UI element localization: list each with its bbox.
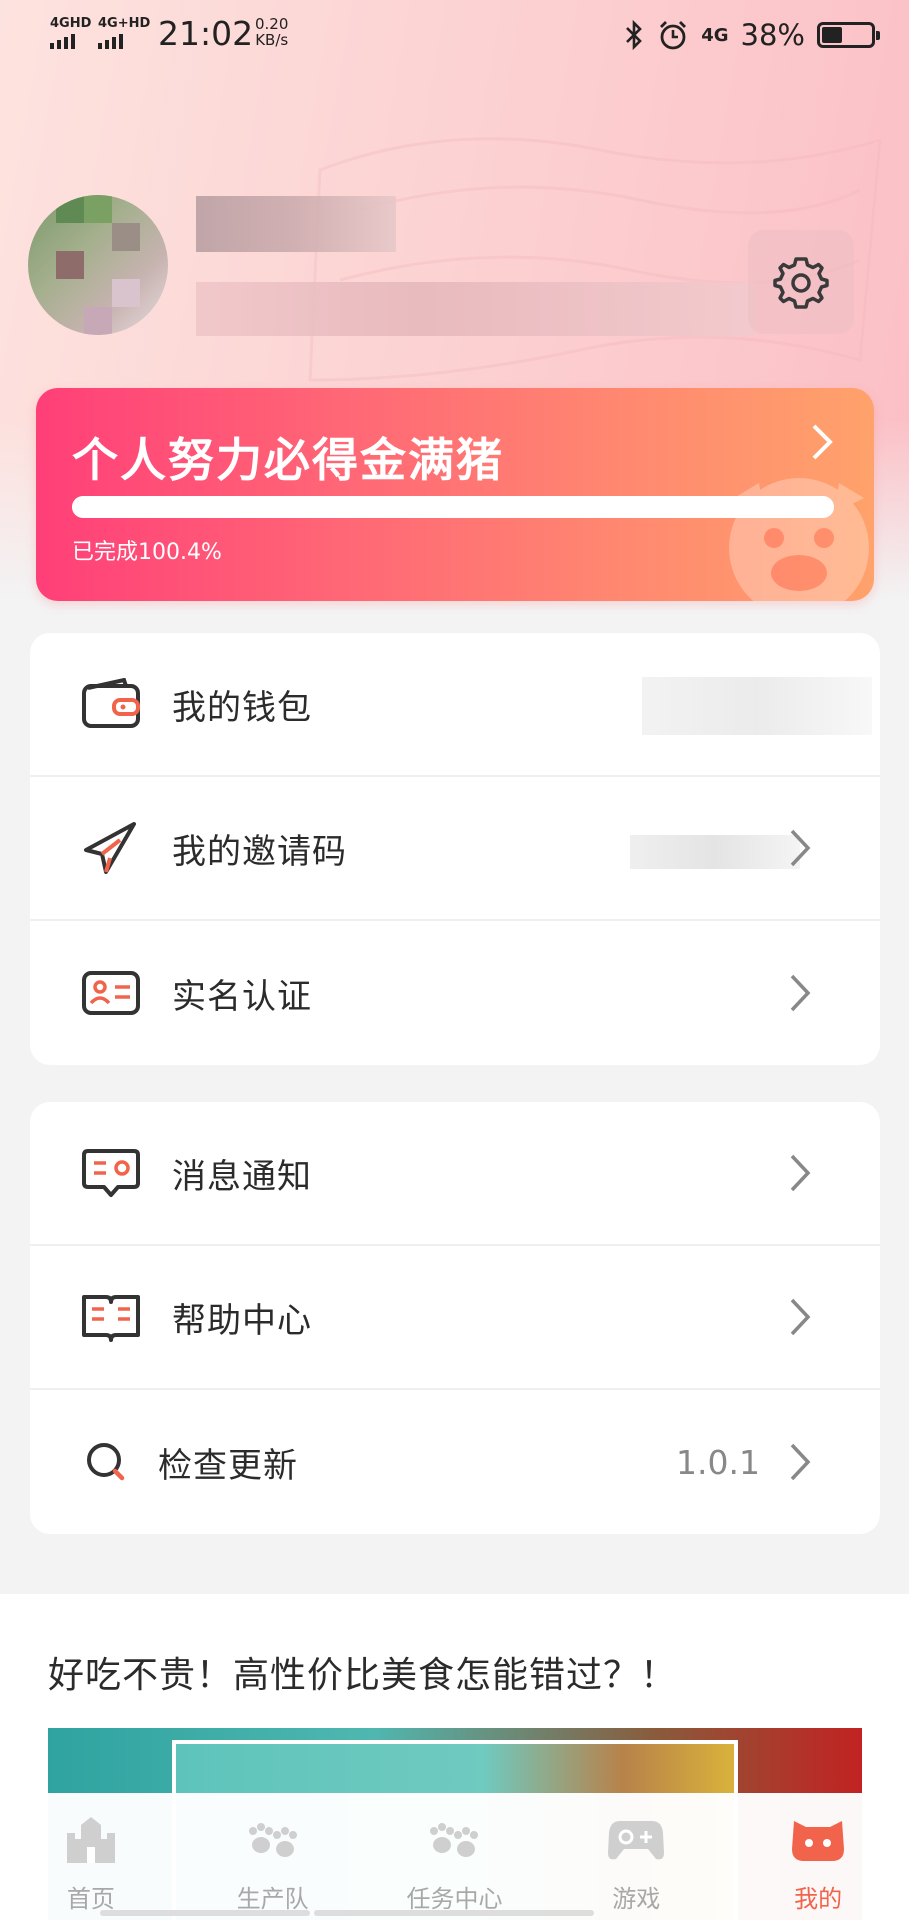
clock: 21:02 xyxy=(158,14,254,53)
tab-label: 我的 xyxy=(794,1885,843,1913)
tab-task-center[interactable]: 任务中心 xyxy=(364,1793,546,1920)
alarm-icon xyxy=(660,21,687,50)
user-id-blurred xyxy=(196,282,756,336)
id-card-icon xyxy=(82,971,140,1015)
menu-item-label: 消息通知 xyxy=(172,1156,312,1197)
network-speed: 0.20 KB/s xyxy=(255,15,289,49)
chevron-right-icon xyxy=(790,1298,811,1336)
gold-pig-progress-banner[interactable]: 个人努力必得金满猪 已完成100.4% xyxy=(36,388,874,601)
chevron-right-icon xyxy=(790,1443,811,1481)
menu-item-check-update[interactable]: 检查更新 1.0.1 xyxy=(30,1390,880,1534)
menu-item-label: 实名认证 xyxy=(172,976,312,1017)
progress-text: 已完成100.4% xyxy=(72,540,222,565)
gesture-bar xyxy=(100,1910,310,1916)
status-bar: 4GHD 4G+HD 21:02 0.20 KB/s 4G 38% xyxy=(0,0,909,72)
chevron-right-icon xyxy=(790,1154,811,1192)
general-menu-card: 消息通知 帮助中心 检查更新 1.0.1 xyxy=(30,1102,880,1534)
battery-percentage: 38% xyxy=(740,18,805,52)
menu-item-help-center[interactable]: 帮助中心 xyxy=(30,1246,880,1390)
tab-label: 游戏 xyxy=(612,1885,661,1913)
help-book-icon xyxy=(82,1295,140,1342)
pig-decoration-icon xyxy=(729,478,869,601)
gesture-bar xyxy=(314,1910,594,1916)
wallet-balance-blurred xyxy=(642,677,872,735)
chevron-right-icon xyxy=(812,424,833,460)
chevron-right-icon xyxy=(790,829,811,867)
menu-item-wallet[interactable]: 我的钱包 xyxy=(30,633,880,777)
tab-label: 生产队 xyxy=(236,1885,309,1913)
tab-label: 任务中心 xyxy=(406,1885,503,1913)
tab-label: 首页 xyxy=(66,1885,115,1913)
invite-code-blurred xyxy=(630,835,800,869)
chevron-right-icon xyxy=(790,974,811,1012)
signal-strength-2: 4G+HD xyxy=(98,16,150,49)
search-icon xyxy=(87,1443,125,1481)
menu-item-label: 帮助中心 xyxy=(172,1300,312,1341)
tab-games[interactable]: 游戏 xyxy=(545,1793,727,1920)
signal-strength-1: 4GHD xyxy=(50,16,91,49)
tab-production-team[interactable]: 生产队 xyxy=(182,1793,364,1920)
gamepad-icon xyxy=(608,1821,665,1860)
tab-mine[interactable]: 我的 xyxy=(727,1793,909,1920)
menu-item-real-name-verification[interactable]: 实名认证 xyxy=(30,921,880,1065)
app-version: 1.0.1 xyxy=(676,1442,760,1482)
paper-plane-icon xyxy=(84,822,136,874)
account-menu-card: 我的钱包 我的邀请码 实名认证 xyxy=(30,633,880,1065)
network-type: 4G xyxy=(701,24,729,46)
menu-item-label: 我的钱包 xyxy=(172,687,312,728)
menu-item-invite-code[interactable]: 我的邀请码 xyxy=(30,777,880,921)
menu-item-notifications[interactable]: 消息通知 xyxy=(30,1102,880,1246)
paw-icon xyxy=(430,1823,479,1857)
paw-icon xyxy=(248,1823,297,1857)
avatar[interactable] xyxy=(28,195,168,335)
menu-item-label: 检查更新 xyxy=(158,1445,298,1486)
tab-home[interactable]: 首页 xyxy=(0,1793,182,1920)
bluetooth-icon xyxy=(626,19,643,51)
progress-bar-fill xyxy=(72,496,834,518)
nickname-blurred xyxy=(196,196,396,252)
banner-title: 个人努力必得金满猪 xyxy=(72,433,504,487)
progress-bar xyxy=(72,496,834,518)
cat-face-icon xyxy=(792,1821,845,1861)
gear-icon xyxy=(773,257,829,309)
promo-title: 好吃不贵！高性价比美食怎能错过？！ xyxy=(48,1655,678,1696)
menu-item-label: 我的邀请码 xyxy=(172,831,347,872)
wallet-icon xyxy=(82,678,140,728)
settings-button[interactable] xyxy=(748,230,854,334)
message-icon xyxy=(82,1149,140,1197)
battery-icon xyxy=(817,22,880,48)
castle-icon xyxy=(66,1817,115,1863)
bottom-tab-bar: 首页 生产队 任务中心 游戏 我的 xyxy=(0,1793,909,1920)
